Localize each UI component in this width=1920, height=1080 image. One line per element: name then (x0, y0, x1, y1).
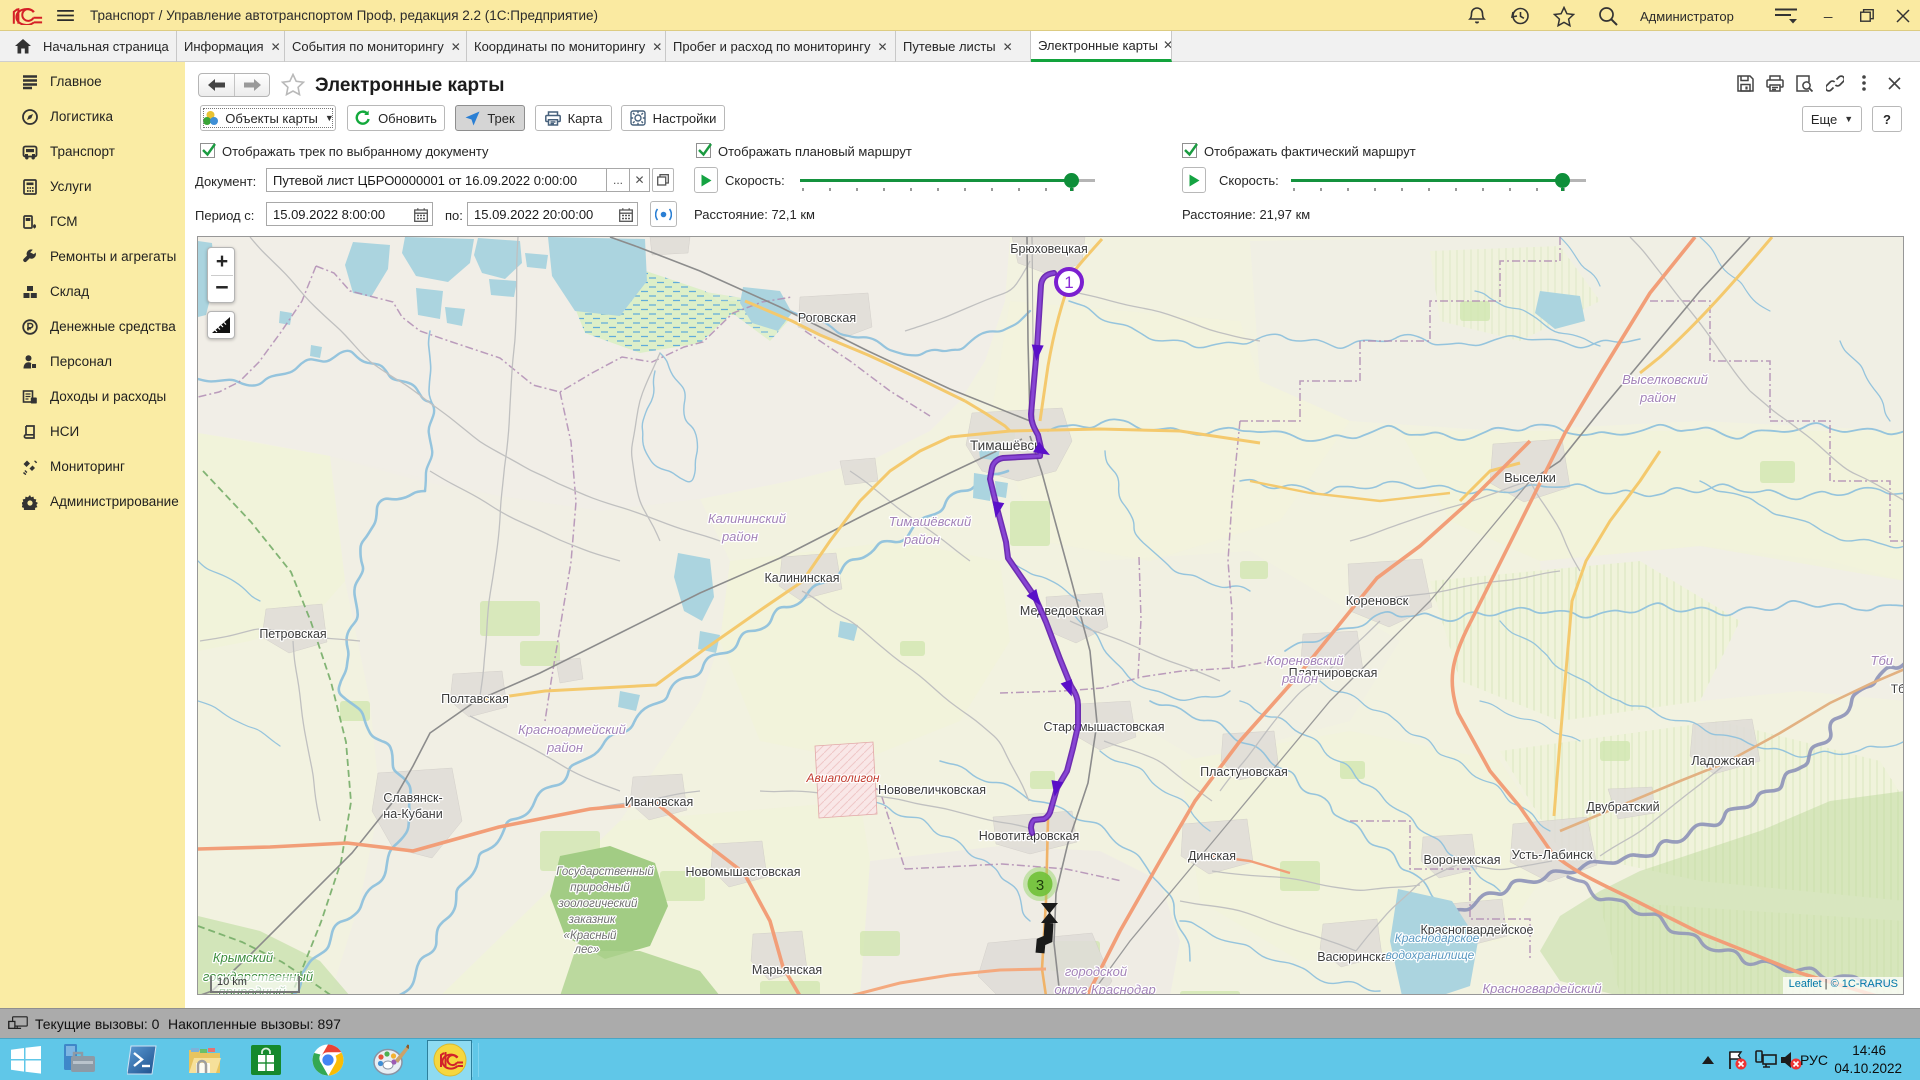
svg-text:Кореновский: Кореновский (1266, 653, 1343, 668)
svg-text:лес»: лес» (574, 944, 600, 956)
svg-text:Медведовская: Медведовская (1020, 604, 1104, 618)
svg-text:Выселковский: Выселковский (1622, 372, 1708, 387)
svg-text:Пластуновская: Пластуновская (1200, 765, 1288, 779)
svg-text:Двубратский: Двубратский (1586, 800, 1659, 814)
svg-text:Авиаполигон: Авиаполигон (806, 771, 880, 785)
svg-text:Васюринская: Васюринская (1317, 950, 1394, 964)
svg-text:Усть-Лабинск: Усть-Лабинск (1512, 847, 1593, 862)
svg-text:Полтавская: Полтавская (441, 692, 509, 706)
svg-text:Выселки: Выселки (1504, 470, 1556, 485)
svg-text:Нововеличковская: Нововеличковская (878, 783, 986, 797)
svg-text:Тби: Тби (1871, 653, 1893, 668)
svg-text:Ивановская: Ивановская (625, 795, 694, 809)
svg-text:Красноармейский: Красноармейский (518, 722, 626, 737)
svg-text:Калининский: Калининский (708, 511, 786, 526)
svg-text:Роговская: Роговская (798, 311, 856, 325)
svg-text:район: район (1281, 671, 1318, 686)
svg-text:природный: природный (570, 882, 630, 894)
svg-text:Кореновск: Кореновск (1346, 593, 1409, 608)
svg-text:на-Кубани: на-Кубани (383, 807, 442, 821)
svg-text:Динская: Динская (1188, 849, 1236, 863)
svg-text:городской: городской (1065, 964, 1127, 979)
svg-text:водохранилище: водохранилище (1386, 948, 1475, 962)
svg-text:Государственный: Государственный (556, 866, 654, 878)
svg-text:Красногвардейский: Красногвардейский (1482, 981, 1601, 995)
svg-text:Брюховецкая: Брюховецкая (1010, 242, 1088, 256)
svg-text:район: район (1639, 390, 1676, 405)
svg-text:Калининская: Калининская (764, 571, 839, 585)
svg-text:Петровская: Петровская (259, 627, 326, 641)
svg-text:Тимашёвск: Тимашёвск (970, 438, 1040, 453)
svg-text:заказник: заказник (568, 914, 616, 926)
svg-text:Новомышастовская: Новомышастовская (686, 865, 801, 879)
svg-text:Тимашёвский: Тимашёвский (889, 514, 972, 529)
svg-text:Тб: Тб (1891, 682, 1904, 696)
svg-text:Марьянская: Марьянская (752, 963, 822, 977)
svg-text:«Красный: «Красный (564, 930, 618, 942)
svg-text:1: 1 (1064, 273, 1073, 292)
svg-text:Крымский: Крымский (213, 950, 273, 965)
svg-text:Славянск-: Славянск- (383, 791, 442, 805)
svg-text:Старомышастовская: Старомышастовская (1043, 720, 1164, 734)
svg-text:округ Краснодар: округ Краснодар (1054, 982, 1155, 995)
svg-text:район: район (903, 532, 940, 547)
svg-text:зоологический: зоологический (558, 898, 638, 910)
svg-text:район: район (546, 740, 583, 755)
svg-text:3: 3 (1036, 877, 1044, 894)
svg-text:Воронежская: Воронежская (1424, 853, 1501, 867)
svg-text:Краснодарское: Краснодарское (1395, 931, 1480, 945)
svg-text:Ладожская: Ладожская (1691, 754, 1754, 768)
svg-text:район: район (721, 529, 758, 544)
